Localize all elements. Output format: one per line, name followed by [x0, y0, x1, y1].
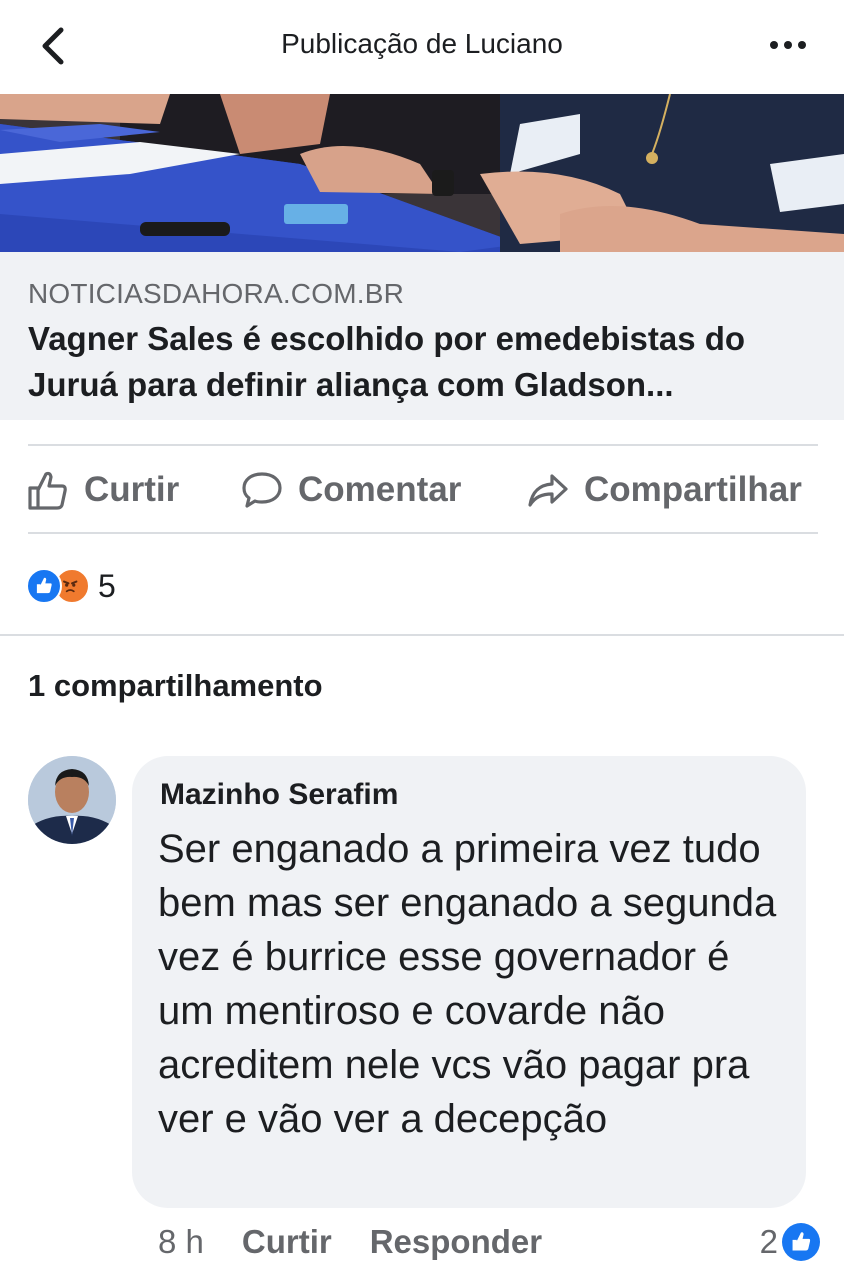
like-button[interactable]: Curtir — [26, 468, 179, 512]
comment-bubble-icon — [242, 472, 282, 508]
comment-label: Comentar — [298, 470, 462, 509]
reactions-summary[interactable]: 5 — [26, 566, 116, 606]
link-domain: NOTICIASDAHORA.COM.BR — [28, 278, 405, 309]
like-reaction-icon — [782, 1223, 820, 1261]
post-action-bar: Curtir Comentar Compartilhar — [0, 446, 844, 532]
divider — [28, 532, 818, 534]
comment-button[interactable]: Comentar — [240, 468, 461, 512]
more-options-icon[interactable] — [768, 30, 808, 60]
share-button[interactable]: Compartilhar — [526, 468, 802, 512]
comment-reaction-summary[interactable]: 2 — [760, 1220, 820, 1264]
section-divider — [0, 634, 844, 636]
share-count[interactable]: 1 compartilhamento — [28, 668, 323, 704]
top-bar: Publicação de Luciano — [0, 0, 844, 94]
comment-reply-button[interactable]: Responder — [370, 1223, 542, 1261]
link-preview-image[interactable] — [0, 94, 844, 252]
comment-author[interactable]: Mazinho Serafim — [160, 778, 398, 812]
comment-like-count: 2 — [759, 1223, 778, 1260]
link-headline: Vagner Sales é escolhido por emedebistas… — [28, 320, 746, 403]
comment-timestamp[interactable]: 8 h — [158, 1223, 204, 1261]
share-arrow-icon — [528, 474, 568, 507]
thumbs-up-icon — [28, 471, 67, 510]
like-reaction-icon — [26, 568, 62, 604]
page-title: Publicação de Luciano — [281, 28, 563, 59]
avatar[interactable] — [28, 756, 116, 844]
like-label: Curtir — [84, 470, 180, 509]
reaction-count: 5 — [98, 567, 116, 604]
comment-like-button[interactable]: Curtir — [242, 1223, 332, 1261]
comment-text: Ser enganado a primeira vez tudo bem mas… — [158, 827, 777, 1141]
link-preview-card[interactable]: NOTICIASDAHORA.COM.BR Vagner Sales é esc… — [0, 252, 844, 420]
share-label: Compartilhar — [584, 470, 802, 509]
comment-bubble[interactable]: Mazinho Serafim Ser enganado a primeira … — [132, 756, 806, 1208]
comment-meta: 8 h Curtir Responder — [158, 1220, 542, 1264]
